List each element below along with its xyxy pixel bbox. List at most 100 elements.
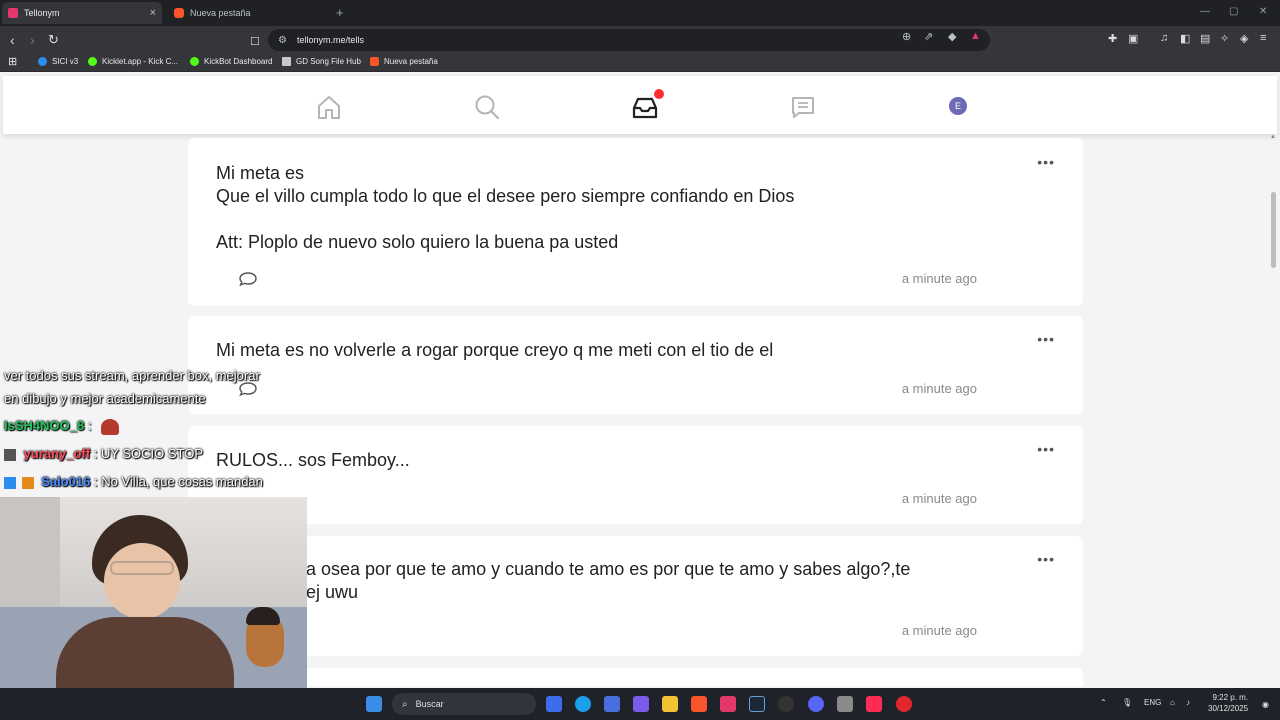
avatar[interactable]: E (949, 97, 967, 115)
more-options-icon[interactable]: ••• (1037, 441, 1055, 457)
search-icon[interactable] (474, 94, 500, 120)
chat-message: : (87, 418, 92, 433)
reply-icon[interactable] (238, 271, 258, 287)
taskbar-search[interactable]: ⌕ Buscar (392, 693, 536, 715)
minimize-icon[interactable]: — (1200, 6, 1210, 17)
brave-favicon-icon (174, 8, 184, 18)
screenshot-icon[interactable]: ▣ (1128, 32, 1138, 45)
widgets-icon[interactable] (546, 696, 562, 712)
messages-icon[interactable] (790, 94, 816, 120)
copilot-icon[interactable] (633, 696, 649, 712)
extensions-icon[interactable]: ✚ (1108, 32, 1117, 45)
store-icon[interactable] (604, 696, 620, 712)
brave-shields-icon[interactable]: ◆ (948, 30, 956, 43)
tab-new[interactable]: Nueva pestaña (168, 2, 328, 24)
steam-icon[interactable] (749, 696, 765, 712)
kickbot-icon (190, 57, 199, 66)
maximize-icon[interactable]: ▢ (1229, 6, 1238, 17)
shirt (56, 617, 234, 688)
language-indicator[interactable]: ENG (1144, 698, 1161, 707)
back-icon[interactable]: ‹ (10, 31, 15, 49)
emote-icon (101, 418, 120, 435)
home-icon[interactable] (316, 94, 342, 120)
more-options-icon[interactable]: ••• (1037, 154, 1055, 170)
tellonym-favicon-icon (8, 8, 18, 18)
bookmark-gd-song[interactable]: GD Song File Hub (282, 57, 361, 66)
tell-timestamp: a minute ago (901, 491, 977, 506)
chat-username: IsSH4NOO_8 (4, 418, 85, 433)
address-bar[interactable]: ⚙ tellonym.me/tells (268, 29, 990, 51)
tellonym-nav-bar: E (3, 76, 1277, 134)
zoom-icon[interactable]: ⊕ (902, 30, 911, 43)
bookmark-new-tab[interactable]: Nueva pestaña (370, 57, 438, 66)
tiktok-icon[interactable] (866, 696, 882, 712)
page-scrollbar[interactable]: ▲ (1269, 134, 1277, 686)
chat-line: IsSH4NOO_8 : (4, 418, 120, 435)
reply-icon[interactable] (238, 381, 258, 397)
glasses (110, 561, 174, 575)
new-tab-icon[interactable]: + (336, 5, 344, 20)
app-icon[interactable] (720, 696, 736, 712)
windows-taskbar: ⌕ Buscar ⌃ 🎙 ENG ⌂ ♪ 9:22 p. m. 30/12/20… (0, 688, 1280, 720)
chat-line: yurany_off : UY SOCIO STOP (4, 446, 203, 461)
more-options-icon[interactable]: ••• (1037, 331, 1055, 347)
media-icon[interactable]: ♫ (1160, 32, 1168, 44)
chat-message: en dibujo y mejor academicamente (4, 391, 206, 406)
discord-icon[interactable] (808, 696, 824, 712)
tell-text: Mi meta es Que el villo cumpla todo lo q… (216, 163, 795, 252)
file-explorer-icon[interactable] (662, 696, 678, 712)
clock-time: 9:22 p. m. (1212, 693, 1249, 702)
obs-icon[interactable] (778, 696, 794, 712)
tell-card: Mi meta es no volverle a rogar porque cr… (188, 316, 1083, 414)
tell-card: RULOS... sos Femboy... ••• a minute ago (188, 426, 1083, 524)
reload-icon[interactable]: ↻ (48, 31, 59, 49)
bookmark-sici[interactable]: SICI v3 (38, 57, 78, 66)
sidebar-icon[interactable]: ◧ (1180, 32, 1190, 45)
edge-icon[interactable] (575, 696, 591, 712)
tab-tellonym[interactable]: Tellonym × (2, 2, 162, 24)
start-icon[interactable] (366, 696, 382, 712)
bookmark-kickbot[interactable]: KickBot Dashboard (190, 57, 272, 66)
media-player-icon[interactable] (896, 696, 912, 712)
scroll-up-icon[interactable]: ▲ (1270, 134, 1276, 140)
browser-tab-strip: Tellonym × Nueva pestaña + — ▢ ✕ (0, 0, 1280, 26)
inbox-icon[interactable] (632, 94, 658, 120)
browser-toolbar: ‹ › ↻ ☐ ⚙ tellonym.me/tells ⊕ ⇗ ◆ ▲ ✚ ▣ … (0, 26, 1280, 54)
menu-icon[interactable]: ≡ (1260, 32, 1266, 44)
plush-hat (246, 607, 280, 625)
face (104, 543, 180, 619)
tray-chevron-icon[interactable]: ⌃ (1100, 698, 1107, 707)
notifications-icon[interactable]: ◉ (1262, 700, 1269, 709)
tell-timestamp: a minute ago (901, 381, 977, 396)
tell-timestamp: a minute ago (901, 623, 977, 638)
share-icon[interactable]: ⇗ (924, 30, 933, 43)
brave-icon (370, 57, 379, 66)
bookmark-icon[interactable]: ☐ (250, 33, 260, 51)
chat-message: : UY SOCIO STOP (93, 446, 204, 461)
vpn-icon[interactable]: ◈ (1240, 32, 1248, 45)
apps-grid-icon[interactable]: ⊞ (8, 55, 17, 68)
site-info-icon[interactable]: ⚙ (278, 35, 287, 46)
tell-timestamp: a minute ago (901, 271, 977, 286)
close-window-icon[interactable]: ✕ (1259, 6, 1267, 17)
brave-rewards-icon[interactable]: ▲ (970, 30, 981, 42)
more-options-icon[interactable]: ••• (1037, 551, 1055, 567)
volume-icon[interactable]: ♪ (1186, 698, 1190, 707)
tell-card: Mi meta es Que el villo cumpla todo lo q… (188, 138, 1083, 306)
system-clock[interactable]: 9:22 p. m. 30/12/2025 (1208, 692, 1248, 714)
badge-icon (21, 476, 34, 489)
badge-icon (4, 476, 16, 489)
chat-line: Salo016 : No Villa, que cosas mandan (4, 474, 263, 489)
tab-title: Tellonym (24, 8, 60, 18)
bookmark-kicklet[interactable]: Kicklet.app - Kick C... (88, 57, 178, 66)
folder-icon (282, 57, 291, 66)
wallet-icon[interactable]: ▤ (1200, 32, 1210, 45)
app-icon[interactable] (837, 696, 853, 712)
brave-icon[interactable] (691, 696, 707, 712)
network-icon[interactable]: ⌂ (1170, 698, 1175, 707)
close-tab-icon[interactable]: × (150, 7, 156, 19)
forward-icon[interactable]: › (30, 31, 35, 49)
scrollbar-thumb[interactable] (1271, 192, 1276, 268)
microphone-icon[interactable]: 🎙 (1122, 698, 1132, 707)
leo-icon[interactable]: ✧ (1220, 32, 1229, 45)
